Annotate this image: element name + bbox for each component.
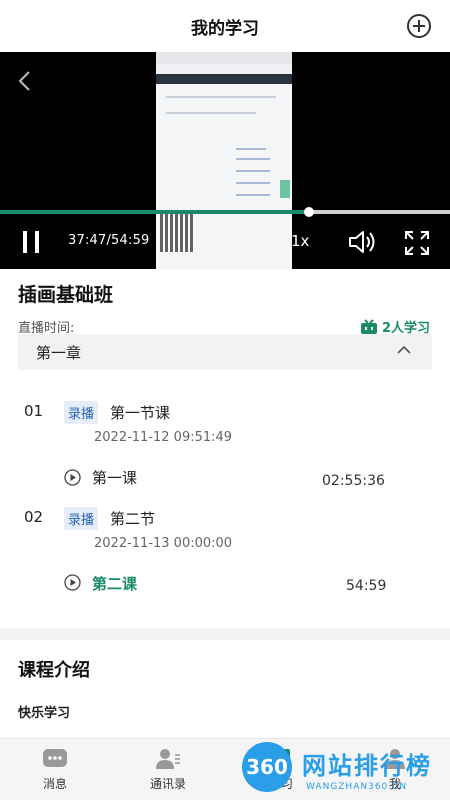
top-bar: 我的学习 <box>0 0 450 52</box>
chapter-header[interactable]: 第一章 <box>18 334 432 370</box>
recorded-badge: 录播 <box>64 507 99 530</box>
watermark-url: WANGZHAN360.CN <box>306 782 408 792</box>
sub-lesson-duration: 54:59 <box>346 578 387 594</box>
video-progress-bar[interactable] <box>0 207 450 217</box>
watermark-badge-text: 360 <box>246 755 288 779</box>
page-title: 我的学习 <box>191 18 259 39</box>
tab-messages[interactable]: 消息 <box>0 739 110 800</box>
contacts-icon <box>156 749 180 769</box>
course-title: 插画基础班 <box>18 284 114 306</box>
sub-lesson-duration: 02:55:36 <box>322 473 385 489</box>
sub-lesson-title[interactable]: 第一课 <box>92 467 137 488</box>
section-divider <box>0 628 450 640</box>
lesson-title: 第一节课 <box>110 404 171 422</box>
play-circle-icon[interactable] <box>64 574 81 591</box>
lesson-number: 02 <box>24 508 44 526</box>
video-frame-content <box>156 52 292 269</box>
lesson-number: 01 <box>24 402 44 420</box>
play-circle-icon[interactable] <box>64 469 81 486</box>
tab-contacts[interactable]: 通讯录 <box>113 739 223 800</box>
chat-bubble-icon <box>43 749 67 767</box>
speed-button[interactable]: 1x <box>291 232 309 250</box>
watermark-title: 网站排行榜 <box>302 752 432 780</box>
sub-lesson-title[interactable]: 第二课 <box>92 573 137 594</box>
app-root: 我的学习 37:47/54:59 1x 插画基础班 直播时间: 2人学习 第一章… <box>0 0 450 800</box>
volume-icon[interactable] <box>348 230 378 254</box>
video-player[interactable]: 37:47/54:59 1x <box>0 52 450 269</box>
tv-icon <box>360 318 377 334</box>
pause-icon[interactable] <box>20 230 42 254</box>
intro-title: 课程介绍 <box>18 660 90 681</box>
intro-text: 快乐学习 <box>18 706 71 721</box>
lesson-date: 2022-11-12 09:51:49 <box>94 430 233 445</box>
tab-label: 通讯录 <box>149 777 186 791</box>
plus-circle-icon[interactable] <box>406 13 432 39</box>
chevron-up-icon[interactable] <box>396 342 412 358</box>
lesson-title: 第二节 <box>110 510 156 528</box>
lesson-date: 2022-11-13 00:00:00 <box>94 536 233 551</box>
progress-thumb[interactable] <box>304 207 315 217</box>
watermark-logo: 360 网站排行榜 WANGZHAN360.CN <box>236 738 450 800</box>
progress-fill <box>0 210 310 214</box>
fullscreen-icon[interactable] <box>404 230 430 256</box>
playback-time: 37:47/54:59 <box>68 233 150 248</box>
recorded-badge: 录播 <box>64 401 99 424</box>
chapter-title: 第一章 <box>36 343 82 362</box>
watermark-badge: 360 <box>242 742 292 792</box>
tab-label: 消息 <box>42 777 67 791</box>
back-arrow-icon[interactable] <box>14 68 36 94</box>
